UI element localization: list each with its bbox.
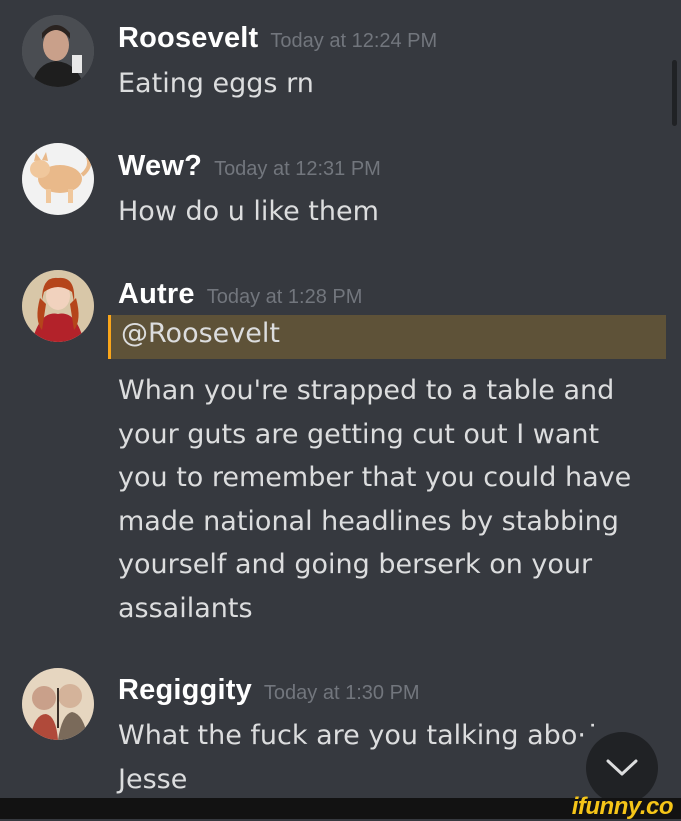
avatar-image-regiggity: [22, 668, 94, 740]
mention-highlight: @Roosevelt: [108, 315, 666, 359]
mention-roosevelt[interactable]: @Roosevelt: [121, 318, 280, 349]
message-header: Regiggity Today at 1:30 PM: [118, 674, 420, 707]
timestamp: Today at 12:31 PM: [214, 158, 381, 180]
message-header: Roosevelt Today at 12:24 PM: [118, 22, 437, 55]
watermark-logo: ifunny.co: [571, 793, 674, 820]
message-text: Eating eggs rn: [118, 62, 658, 106]
avatar-image-autre: [22, 270, 94, 342]
avatar-image-wew: [22, 143, 94, 215]
message-line: made national headlines by stabbing: [118, 505, 619, 537]
avatar-wew[interactable]: [22, 143, 94, 215]
message-line: your guts are getting cut out I want: [118, 418, 600, 450]
message-header: Autre Today at 1:28 PM: [118, 278, 362, 311]
message-line: Eating eggs rn: [118, 68, 314, 99]
timestamp: Today at 1:30 PM: [263, 682, 420, 704]
avatar-regiggity[interactable]: [22, 668, 94, 740]
avatar-roosevelt[interactable]: [22, 15, 94, 87]
timestamp: Today at 12:24 PM: [270, 30, 438, 52]
message-line: you to remember that you could have: [118, 462, 632, 493]
username[interactable]: Wew?: [118, 150, 202, 182]
username[interactable]: Regiggity: [118, 674, 252, 706]
message-text: How do u like them: [118, 190, 658, 234]
message-text: What the fuck are you talking abo·˙ Jess…: [118, 714, 658, 801]
message-line: yourself and going berserk on your: [118, 549, 593, 580]
username[interactable]: Autre: [118, 278, 195, 310]
message-line: Whan you're strapped to a table and: [118, 375, 615, 406]
timestamp: Today at 1:28 PM: [206, 286, 363, 308]
username[interactable]: Roosevelt: [118, 22, 258, 54]
chevron-down-icon: [606, 759, 638, 776]
message-line: How do u like them: [118, 196, 379, 227]
avatar-autre[interactable]: [22, 270, 94, 342]
message-header: Wew? Today at 12:31 PM: [118, 150, 381, 183]
message-text: Whan you're strapped to a table and your…: [118, 369, 658, 630]
message-line: What the fuck are you talking abo·˙: [118, 720, 600, 751]
avatar-image-roosevelt: [22, 15, 94, 87]
scrollbar-thumb[interactable]: [672, 60, 677, 126]
message-line: assailants: [118, 592, 253, 624]
